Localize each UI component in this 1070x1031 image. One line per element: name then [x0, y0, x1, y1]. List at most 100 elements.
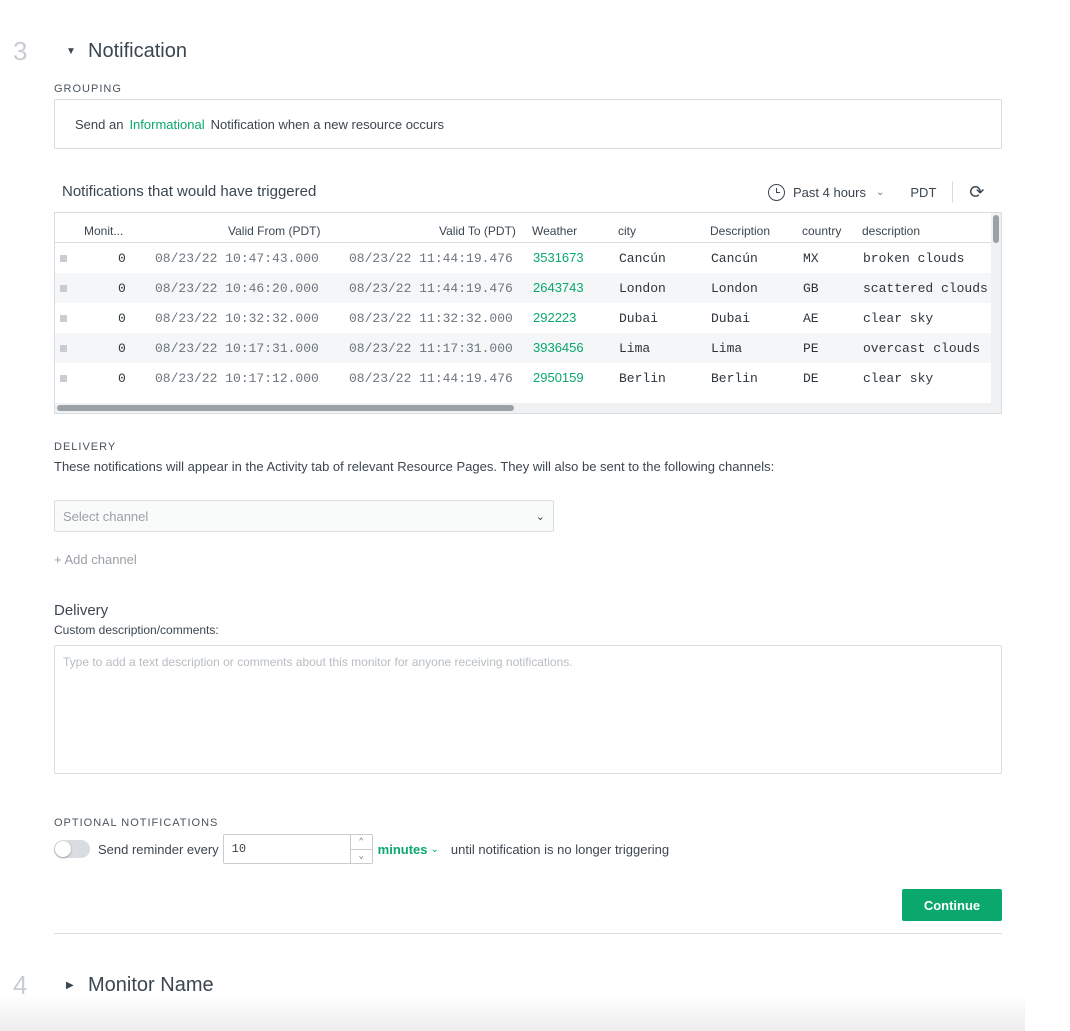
- column-header[interactable]: description: [862, 224, 920, 238]
- section-title: Notification: [88, 40, 187, 62]
- cell-weather-desc: broken clouds: [863, 251, 965, 266]
- bottom-fade: [0, 995, 1025, 1031]
- vertical-scrollbar[interactable]: [991, 213, 1001, 413]
- cell-description: Berlin: [711, 371, 758, 386]
- cell-weather-link[interactable]: 2950159: [533, 370, 584, 385]
- interval-unit-selector[interactable]: minutes: [378, 842, 428, 857]
- scrollbar-thumb[interactable]: [993, 215, 999, 243]
- delivery-label: DELIVERY: [54, 441, 117, 453]
- time-range-selector[interactable]: Past 4 hours: [793, 185, 866, 200]
- notification-level-selector[interactable]: Informational: [129, 117, 204, 132]
- cell-monitor: 0: [118, 251, 126, 266]
- cell-valid-to: 08/23/22 11:44:19.476: [349, 281, 513, 296]
- cell-city: Cancún: [619, 251, 666, 266]
- cell-valid-to: 08/23/22 11:17:31.000: [349, 341, 513, 356]
- cell-valid-to: 08/23/22 11:44:19.476: [349, 371, 513, 386]
- delivery-heading: Delivery: [54, 602, 109, 619]
- cell-description: Cancún: [711, 251, 758, 266]
- chevron-down-icon[interactable]: ⌄: [431, 844, 439, 855]
- time-range-bar: Past 4 hours ⌄ PDT ⟳: [768, 181, 984, 203]
- reminder-toggle[interactable]: [54, 840, 90, 858]
- horizontal-scrollbar[interactable]: [55, 403, 992, 413]
- cell-weather-link[interactable]: 3531673: [533, 250, 584, 265]
- column-header[interactable]: Valid To (PDT): [439, 224, 516, 238]
- cell-weather-desc: clear sky: [863, 311, 934, 326]
- column-header[interactable]: Monit...: [84, 224, 123, 238]
- table-row[interactable]: 0 08/23/22 10:17:31.000 08/23/22 11:17:3…: [55, 333, 991, 363]
- table-row[interactable]: 0 08/23/22 10:46:20.000 08/23/22 11:44:1…: [55, 273, 991, 303]
- stepper-up-icon[interactable]: ⌃: [351, 835, 372, 849]
- chevron-down-icon[interactable]: ⌄: [876, 187, 884, 198]
- channel-select-placeholder: Select channel: [63, 508, 149, 524]
- grouping-prefix: Send an: [75, 116, 124, 132]
- section-header-notification[interactable]: ▼ Notification: [66, 40, 187, 63]
- caret-down-icon[interactable]: ▼: [66, 46, 76, 57]
- table-header: Monit... Valid From (PDT) Valid To (PDT)…: [55, 213, 991, 243]
- grouping-suffix: Notification when a new resource occurs: [210, 116, 444, 132]
- row-marker: [60, 375, 67, 382]
- cell-monitor: 0: [118, 371, 126, 386]
- reminder-suffix: until notification is no longer triggeri…: [450, 841, 670, 857]
- cell-country: AE: [803, 311, 819, 326]
- cell-description: Lima: [711, 341, 743, 356]
- cell-monitor: 0: [118, 281, 126, 296]
- add-channel-button[interactable]: + Add channel: [54, 552, 137, 567]
- preview-table: Monit... Valid From (PDT) Valid To (PDT)…: [54, 212, 1002, 414]
- cell-monitor: 0: [118, 341, 126, 356]
- divider: [952, 181, 954, 203]
- timezone-toggle[interactable]: PDT: [910, 185, 936, 200]
- cell-weather-link[interactable]: 292223: [533, 310, 576, 325]
- cell-valid-from: 08/23/22 10:46:20.000: [155, 281, 319, 296]
- interval-stepper[interactable]: ⌃ ⌄: [349, 835, 372, 864]
- cell-country: GB: [803, 281, 819, 296]
- chevron-down-icon: ⌄: [535, 510, 545, 523]
- cell-weather-link[interactable]: 2643743: [533, 280, 584, 295]
- column-header[interactable]: Weather: [532, 224, 577, 238]
- grouping-sentence: Send an Informational Notification when …: [54, 99, 1002, 149]
- step-number: 3: [13, 36, 28, 66]
- column-header[interactable]: Valid From (PDT): [228, 224, 320, 238]
- reminder-interval-input[interactable]: 10 ⌃ ⌄: [222, 834, 373, 864]
- table-row[interactable]: 0 08/23/22 10:32:32.000 08/23/22 11:32:3…: [55, 303, 991, 333]
- preview-title: Notifications that would have triggered: [62, 183, 317, 200]
- table-row[interactable]: 0 08/23/22 10:47:43.000 08/23/22 11:44:1…: [55, 243, 991, 273]
- clock-icon: [768, 183, 785, 201]
- comments-label: Custom description/comments:: [54, 623, 219, 637]
- cell-valid-to: 08/23/22 11:32:32.000: [349, 311, 513, 326]
- column-header[interactable]: country: [802, 224, 841, 238]
- cell-city: Lima: [619, 341, 651, 356]
- scrollbar-thumb[interactable]: [57, 405, 514, 411]
- row-marker: [60, 345, 67, 352]
- row-marker: [60, 285, 67, 292]
- reminder-interval-value: 10: [231, 842, 247, 856]
- optional-notifications-label: OPTIONAL NOTIFICATIONS: [54, 817, 219, 829]
- stepper-down-icon[interactable]: ⌄: [350, 848, 372, 864]
- grouping-label: GROUPING: [54, 83, 122, 95]
- caret-right-icon[interactable]: ▶: [66, 980, 76, 991]
- column-header[interactable]: city: [618, 224, 636, 238]
- section-header-monitor-name[interactable]: ▶ Monitor Name: [66, 974, 214, 997]
- cell-valid-from: 08/23/22 10:17:31.000: [155, 341, 319, 356]
- channel-select[interactable]: Select channel ⌄: [54, 500, 554, 532]
- column-header[interactable]: Description: [710, 224, 770, 238]
- cell-valid-from: 08/23/22 10:17:12.000: [155, 371, 319, 386]
- cell-valid-from: 08/23/22 10:32:32.000: [155, 311, 319, 326]
- cell-description: London: [711, 281, 758, 296]
- row-marker: [60, 315, 67, 322]
- cell-valid-to: 08/23/22 11:44:19.476: [349, 251, 513, 266]
- cell-city: Berlin: [619, 371, 666, 386]
- cell-description: Dubai: [711, 311, 751, 326]
- comments-textarea[interactable]: Type to add a text description or commen…: [54, 645, 1002, 774]
- continue-button[interactable]: Continue: [902, 889, 1002, 921]
- table-row[interactable]: 0 08/23/22 10:17:12.000 08/23/22 11:44:1…: [55, 363, 991, 393]
- cell-city: Dubai: [619, 311, 659, 326]
- cell-weather-desc: scattered clouds: [863, 281, 988, 296]
- cell-monitor: 0: [118, 311, 126, 326]
- cell-country: PE: [803, 341, 819, 356]
- refresh-icon[interactable]: ⟳: [969, 182, 984, 203]
- row-marker: [60, 255, 67, 262]
- cell-country: DE: [803, 371, 819, 386]
- cell-city: London: [619, 281, 666, 296]
- reminder-row: Send reminder every 10 ⌃ ⌄ minutes ⌄ unt…: [54, 833, 669, 865]
- cell-weather-link[interactable]: 3936456: [533, 340, 584, 355]
